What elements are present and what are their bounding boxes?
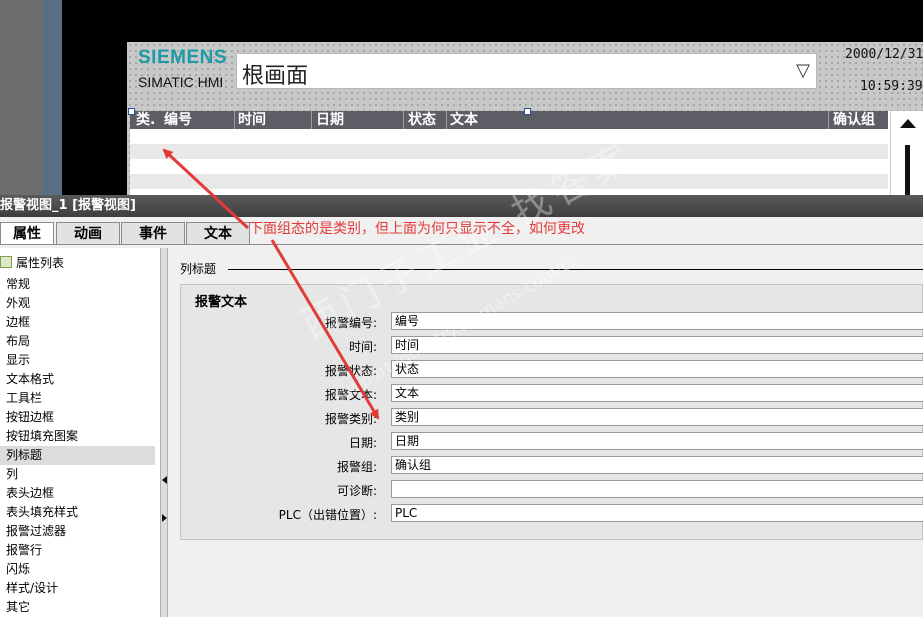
nav-item-border[interactable]: 边框	[0, 313, 155, 332]
expand-right-icon[interactable]	[162, 514, 167, 522]
property-list-toggle[interactable]: 属性列表	[0, 254, 64, 271]
column-header-number: 编号	[164, 112, 192, 128]
alarm-row[interactable]	[130, 144, 888, 159]
alarm-view-header: 类. 编号 时间 日期 状态 文本 确认组	[130, 111, 888, 129]
selection-handle[interactable]	[524, 108, 531, 115]
siemens-logo: SIEMENS	[138, 47, 228, 68]
nav-item-alarm-row[interactable]: 报警行	[0, 541, 155, 560]
nav-item-header-border[interactable]: 表头边框	[0, 484, 155, 503]
tab-events[interactable]: 事件	[121, 222, 185, 244]
nav-item-toolbar[interactable]: 工具栏	[0, 389, 155, 408]
time-input[interactable]: 时间	[391, 336, 923, 354]
column-header-class: 类.	[136, 112, 156, 128]
screen-name-field[interactable]: 根画面 ▽	[236, 53, 817, 89]
nav-item-alarm-filter[interactable]: 报警过滤器	[0, 522, 155, 541]
field-label: PLC（出错位置）:	[278, 508, 377, 522]
date-input[interactable]: 日期	[391, 432, 923, 450]
group-title: 报警文本	[195, 295, 248, 310]
tab-properties[interactable]: 属性	[0, 222, 54, 244]
property-list-label: 属性列表	[16, 256, 65, 270]
property-nav: 属性列表 常规 外观 边框 布局 显示 文本格式 工具栏 按钮边框 按钮填充图案…	[0, 248, 160, 617]
nav-item-button-fill[interactable]: 按钮填充图案	[0, 427, 155, 446]
plc-error-location-input[interactable]: PLC	[391, 504, 923, 522]
nav-item-display[interactable]: 显示	[0, 351, 155, 370]
nav-item-text-format[interactable]: 文本格式	[0, 370, 155, 389]
simatic-hmi-label: SIMATIC HMI	[138, 74, 224, 90]
clock-date: 2000/12/31	[845, 47, 923, 62]
nav-item-general[interactable]: 常规	[0, 275, 155, 294]
column-header-ack-group: 确认组	[833, 112, 875, 128]
nav-item-column-titles[interactable]: 列标题	[0, 446, 155, 465]
nav-item-style-design[interactable]: 样式/设计	[0, 579, 155, 598]
diagnosable-input[interactable]	[391, 480, 923, 498]
alarm-text-input[interactable]: 文本	[391, 384, 923, 402]
tab-animations[interactable]: 动画	[56, 222, 120, 244]
field-label: 时间:	[348, 340, 377, 354]
nav-item-appearance[interactable]: 外观	[0, 294, 155, 313]
section-title: 列标题	[180, 262, 217, 276]
nav-item-flashing[interactable]: 闪烁	[0, 560, 155, 579]
alarm-row[interactable]	[130, 129, 888, 144]
column-header-text: 文本	[450, 112, 478, 128]
alarm-class-input[interactable]: 类别	[391, 408, 923, 426]
nav-item-layout[interactable]: 布局	[0, 332, 155, 351]
nav-splitter[interactable]	[160, 248, 168, 617]
column-header-status: 状态	[408, 112, 436, 128]
editor-side-strip	[0, 0, 62, 195]
alarm-status-input[interactable]: 状态	[391, 360, 923, 378]
nav-item-columns[interactable]: 列	[0, 465, 155, 484]
selection-handle[interactable]	[128, 108, 135, 115]
field-label: 报警类别:	[324, 412, 377, 426]
field-label: 报警组:	[336, 460, 377, 474]
screen-name-text: 根画面	[242, 64, 309, 89]
field-label: 日期:	[348, 436, 377, 450]
annotation-text: 下面组态的是类别，但上面为何只显示不全，如何更改	[249, 221, 585, 237]
nav-item-miscellaneous[interactable]: 其它	[0, 598, 155, 617]
alarm-group-input[interactable]: 确认组	[391, 456, 923, 474]
alarm-row[interactable]	[130, 159, 888, 174]
column-header-time: 时间	[238, 112, 266, 128]
property-list-icon	[0, 256, 12, 268]
property-content: 列标题 报警文本 报警编号: 编号 时间: 时间 报警状态: 状态 报警文本: …	[168, 248, 923, 617]
collapse-left-icon[interactable]	[162, 476, 167, 484]
tab-texts[interactable]: 文本	[186, 222, 250, 244]
alarm-scrollbar[interactable]	[890, 111, 923, 197]
field-label: 可诊断:	[336, 484, 377, 498]
scroll-thumb[interactable]	[905, 145, 910, 197]
field-label: 报警状态:	[324, 364, 377, 378]
column-header-date: 日期	[316, 112, 344, 128]
nav-item-button-border[interactable]: 按钮边框	[0, 408, 155, 427]
nav-item-header-fill[interactable]: 表头填充样式	[0, 503, 155, 522]
alarm-text-group: 报警文本 报警编号: 编号 时间: 时间 报警状态: 状态 报警文本: 文本 报…	[180, 284, 923, 540]
clock-time: 10:59:39	[860, 79, 923, 94]
chevron-down-icon[interactable]: ▽	[796, 60, 810, 81]
scroll-up-icon[interactable]	[900, 119, 916, 128]
